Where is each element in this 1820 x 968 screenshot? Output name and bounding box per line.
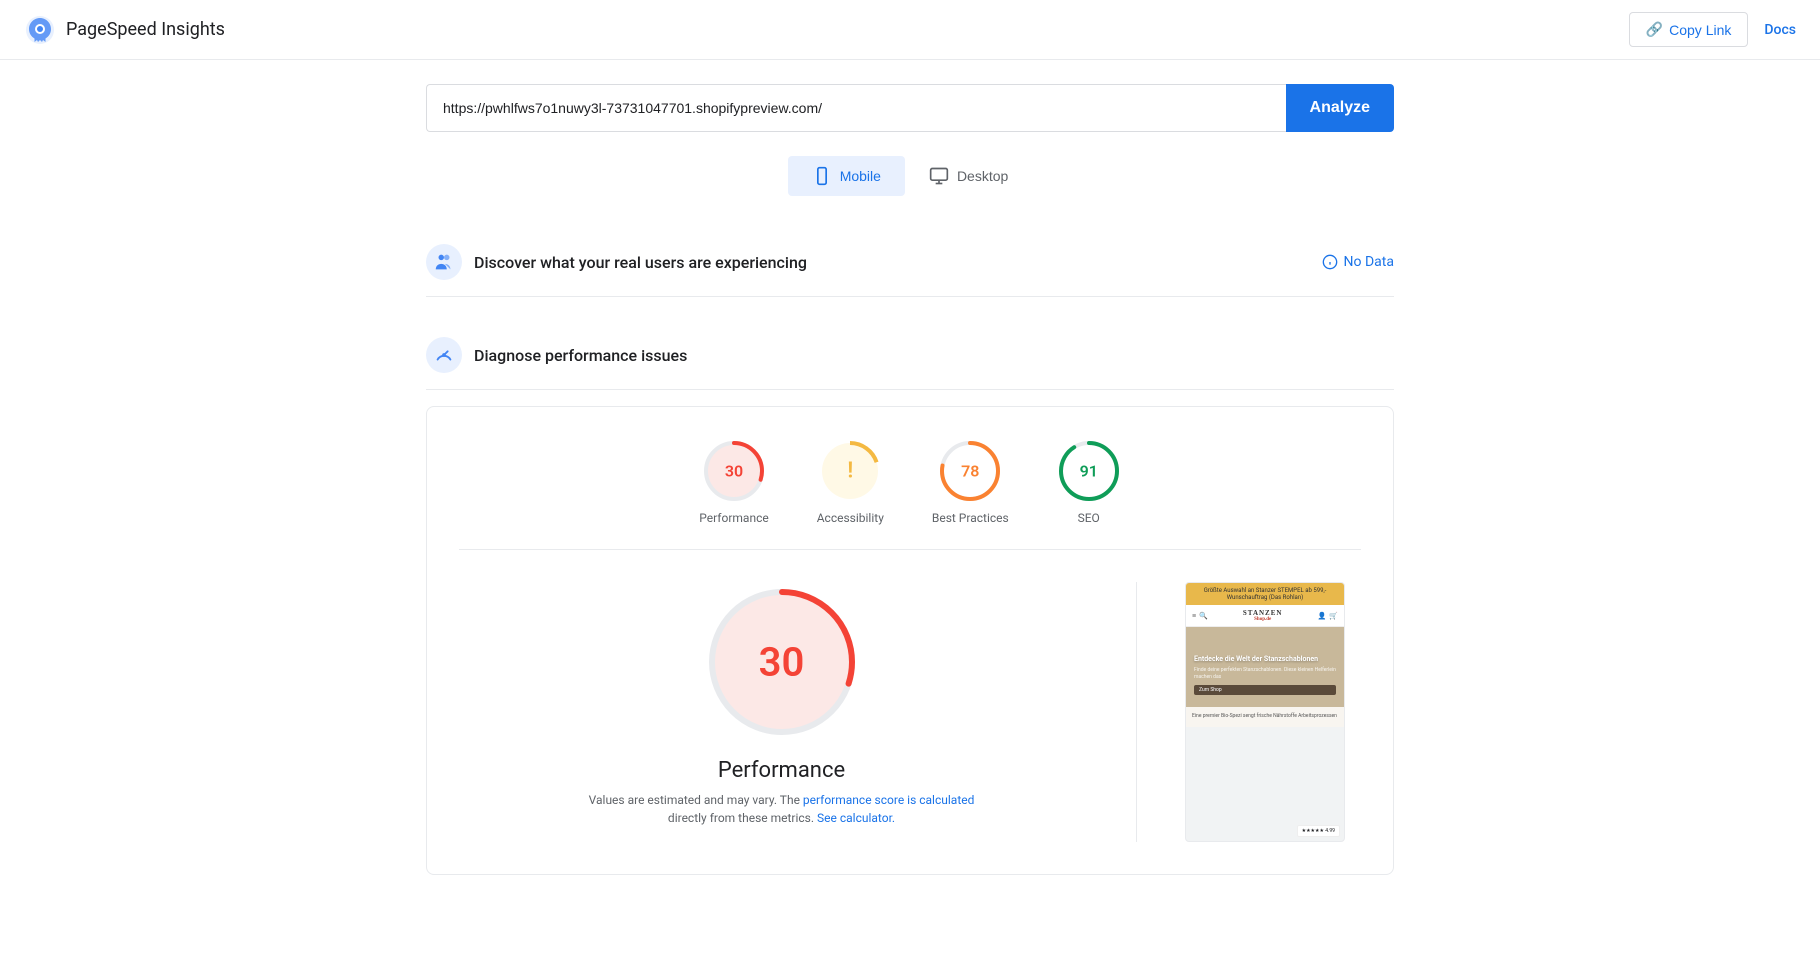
score-label-accessibility: Accessibility <box>817 511 884 525</box>
score-item-accessibility[interactable]: ! Accessibility <box>817 439 884 525</box>
scores-card: 30 Performance ! Accessibility <box>426 406 1394 875</box>
score-item-performance[interactable]: 30 Performance <box>699 439 768 525</box>
analyze-button[interactable]: Analyze <box>1286 84 1394 132</box>
diagnose-header-left: Diagnose performance issues <box>426 337 687 373</box>
thumbnail-section: Größte Auswahl an Stanzer STEMPEL ab 599… <box>1185 582 1345 842</box>
gauge-icon <box>433 344 455 366</box>
tab-mobile-label: Mobile <box>840 168 881 184</box>
performance-detail-title: Performance <box>718 758 845 783</box>
real-users-header-left: Discover what your real users are experi… <box>426 244 807 280</box>
thumbnail-banner: Größte Auswahl an Stanzer STEMPEL ab 599… <box>1186 583 1344 605</box>
url-input[interactable] <box>426 84 1286 132</box>
note-between: directly from these metrics. <box>668 811 817 825</box>
device-tabs: Mobile Desktop <box>426 156 1394 196</box>
app-logo-icon <box>24 14 56 46</box>
performance-note: Values are estimated and may vary. The p… <box>582 791 982 827</box>
info-icon <box>1322 254 1338 270</box>
score-circle-accessibility: ! <box>818 439 882 503</box>
copy-link-label: Copy Link <box>1669 22 1731 38</box>
diagnose-title: Diagnose performance issues <box>474 346 687 365</box>
score-circle-performance: 30 <box>702 439 766 503</box>
url-bar-container: Analyze <box>426 84 1394 132</box>
score-circle-best-practices: 78 <box>938 439 1002 503</box>
score-label-performance: Performance <box>699 511 768 525</box>
score-value-seo: 91 <box>1080 462 1098 481</box>
header-right: 🔗 Copy Link Docs <box>1629 12 1796 47</box>
thumbnail-nav: ≡ 🔍 STANZEN Shop.de 👤 🛒 <box>1186 605 1344 627</box>
tab-desktop-label: Desktop <box>957 168 1008 184</box>
app-header: PageSpeed Insights 🔗 Copy Link Docs <box>0 0 1820 60</box>
score-value-accessibility: ! <box>847 459 853 484</box>
thumbnail-nav-right-icons: 👤 🛒 <box>1318 612 1338 620</box>
score-item-seo[interactable]: 91 SEO <box>1057 439 1121 525</box>
diagnose-section: Diagnose performance issues 30 <box>426 321 1394 875</box>
real-users-header: Discover what your real users are experi… <box>426 228 1394 297</box>
diagnose-icon <box>426 337 462 373</box>
no-data-link[interactable]: No Data <box>1322 254 1394 270</box>
vertical-divider <box>1136 582 1137 842</box>
main-content: Analyze Mobile Desktop <box>410 60 1410 923</box>
big-score-circle: 30 <box>702 582 862 742</box>
copy-link-button[interactable]: 🔗 Copy Link <box>1629 12 1749 47</box>
thumbnail-rating: ★★★★★ 4.99 <box>1297 825 1340 837</box>
tab-desktop[interactable]: Desktop <box>905 156 1032 196</box>
thumbnail-logo-line1: STANZEN <box>1208 609 1318 617</box>
note-link1[interactable]: performance score is calculated <box>803 793 974 807</box>
thumbnail-logo: STANZEN Shop.de <box>1208 609 1318 622</box>
app-title: PageSpeed Insights <box>66 19 225 40</box>
docs-link[interactable]: Docs <box>1764 22 1796 38</box>
thumbnail-nav-left-icons: ≡ 🔍 <box>1192 612 1208 620</box>
desktop-icon <box>929 166 949 186</box>
header-left: PageSpeed Insights <box>24 14 225 46</box>
diagnose-header: Diagnose performance issues <box>426 321 1394 390</box>
mobile-icon <box>812 166 832 186</box>
thumbnail-logo-line2: Shop.de <box>1208 617 1318 622</box>
users-icon <box>433 251 455 273</box>
real-users-section: Discover what your real users are experi… <box>426 228 1394 297</box>
real-users-title: Discover what your real users are experi… <box>474 253 807 272</box>
score-value-performance: 30 <box>725 462 743 481</box>
thumbnail-cta: Zum Shop <box>1194 685 1336 695</box>
score-label-seo: SEO <box>1078 511 1100 525</box>
scores-row: 30 Performance ! Accessibility <box>459 439 1361 550</box>
performance-main: 30 Performance Values are estimated and … <box>475 582 1088 842</box>
big-score-value: 30 <box>759 639 805 686</box>
thumbnail-hero-sub: Finde deine perfekten Stanzschablonen. D… <box>1194 667 1336 681</box>
note-link2[interactable]: See calculator. <box>817 811 895 825</box>
score-item-best-practices[interactable]: 78 Best Practices <box>932 439 1009 525</box>
tab-mobile[interactable]: Mobile <box>788 156 905 196</box>
thumbnail-bottom: Eine premier Bio-Spezi sengt frische Näh… <box>1186 707 1344 727</box>
note-prefix: Values are estimated and may vary. The <box>589 793 803 807</box>
thumbnail-hero: Entdecke die Welt der Stanzschablonen Fi… <box>1186 627 1344 707</box>
thumbnail-hero-text: Entdecke die Welt der Stanzschablonen <box>1194 655 1336 664</box>
score-label-best-practices: Best Practices <box>932 511 1009 525</box>
score-circle-seo: 91 <box>1057 439 1121 503</box>
real-users-icon <box>426 244 462 280</box>
score-value-best-practices: 78 <box>961 462 979 481</box>
no-data-label: No Data <box>1344 254 1394 270</box>
website-thumbnail: Größte Auswahl an Stanzer STEMPEL ab 599… <box>1185 582 1345 842</box>
performance-detail: 30 Performance Values are estimated and … <box>459 582 1361 842</box>
link-icon: 🔗 <box>1646 21 1663 38</box>
